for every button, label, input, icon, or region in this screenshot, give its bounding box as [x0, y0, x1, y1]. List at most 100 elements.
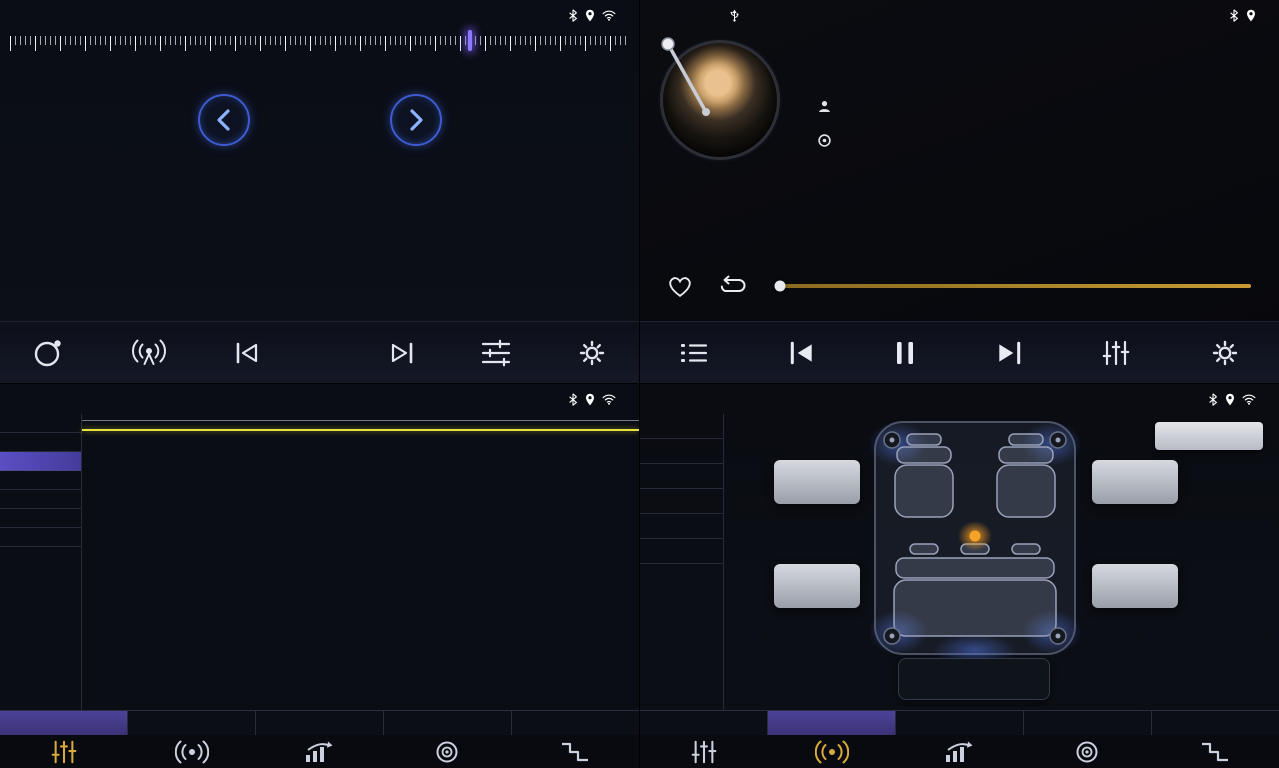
equalizer-icon[interactable] [1097, 335, 1135, 371]
bass-boost-icon[interactable] [256, 740, 384, 764]
eq-curve-line [82, 429, 639, 431]
eq-preset-default[interactable] [0, 414, 81, 433]
player-controls [662, 270, 1265, 302]
playlist-icon[interactable] [675, 337, 713, 369]
settings-gear-icon[interactable] [573, 334, 611, 372]
delay-front-right[interactable] [1092, 460, 1178, 504]
tab-surround[interactable] [768, 711, 896, 735]
audio-tab-labels [640, 710, 1279, 735]
nav-buttons [652, 8, 739, 22]
tune-down-button[interactable] [198, 94, 250, 146]
eq-preset-custom[interactable] [0, 433, 81, 452]
tab-balance[interactable] [1024, 711, 1152, 735]
mode-1[interactable] [640, 489, 723, 514]
wifi-icon [602, 10, 616, 21]
mode-full[interactable] [640, 414, 723, 439]
player-toolbar [640, 321, 1279, 383]
bluetooth-icon [1229, 9, 1239, 22]
tonearm-icon [654, 32, 724, 127]
bluetooth-icon [568, 9, 578, 22]
status-icons [568, 393, 627, 406]
seek-slider[interactable] [780, 284, 1251, 288]
status-bar [0, 0, 639, 30]
band-button[interactable] [320, 349, 328, 357]
next-icon[interactable] [385, 337, 419, 369]
usb-icon [730, 8, 739, 22]
eq-preset-rock[interactable] [0, 528, 81, 547]
cabin-seat-map[interactable] [870, 418, 1080, 658]
scan-icon[interactable] [28, 333, 68, 373]
tab-crossover[interactable] [512, 711, 639, 735]
equalizer-screen [0, 384, 640, 768]
delay-adjuster [898, 658, 1050, 700]
favorite-heart-icon[interactable] [662, 269, 698, 303]
broadcast-icon[interactable] [125, 334, 173, 372]
delay-rear-right[interactable] [1092, 564, 1178, 608]
location-icon [585, 393, 595, 406]
audio-tab-labels [0, 710, 639, 735]
radio-screen [0, 0, 640, 384]
eq-preset-jazz[interactable] [0, 471, 81, 490]
crossover-icon[interactable] [1151, 740, 1279, 764]
artist-icon [818, 100, 831, 113]
listening-mode-list [640, 414, 724, 710]
tone-sliders-icon[interactable] [476, 335, 516, 371]
status-bar [640, 384, 1279, 414]
repeat-icon[interactable] [712, 270, 752, 302]
mode-3[interactable] [640, 539, 723, 564]
wifi-icon [602, 394, 616, 405]
status-icons [568, 9, 627, 22]
bass-boost-icon[interactable] [896, 740, 1024, 764]
artist-row [818, 100, 840, 113]
balance-icon[interactable] [1023, 740, 1151, 764]
tab-eq[interactable] [640, 711, 768, 735]
eq-preset-list [0, 414, 82, 710]
frequency-display [0, 88, 639, 152]
audio-tab-icons [640, 735, 1279, 768]
location-icon [585, 9, 595, 22]
bluetooth-icon [568, 393, 578, 406]
pause-icon[interactable] [890, 336, 920, 370]
disc-icon [818, 134, 831, 147]
surround-icon[interactable] [128, 740, 256, 764]
equalizer-icon[interactable] [0, 739, 128, 765]
eq-preset-normal[interactable] [0, 452, 81, 471]
seek-knob[interactable] [775, 281, 786, 292]
previous-icon[interactable] [230, 337, 264, 369]
bluetooth-icon [1208, 393, 1218, 406]
tab-balance[interactable] [384, 711, 512, 735]
tab-bass-boost[interactable] [896, 711, 1024, 735]
equalizer-icon[interactable] [640, 739, 768, 765]
delay-rear-left[interactable] [774, 564, 860, 608]
track-row [818, 134, 840, 147]
tuner-needle[interactable] [468, 30, 472, 51]
surround-preset-button[interactable] [1155, 422, 1263, 450]
q-row [84, 678, 633, 695]
fc-row [84, 656, 633, 673]
audio-tabbar [640, 710, 1279, 768]
tab-bass-boost[interactable] [256, 711, 384, 735]
previous-track-icon[interactable] [784, 336, 820, 370]
mode-driver[interactable] [640, 439, 723, 464]
radio-toolbar [0, 321, 639, 383]
album-art [660, 40, 780, 160]
mode-passenger[interactable] [640, 464, 723, 489]
eq-preset-pop[interactable] [0, 490, 81, 509]
crossover-icon[interactable] [511, 740, 639, 764]
eq-curve-baseline [82, 420, 639, 421]
radio-sub-info [0, 162, 639, 182]
status-bar [640, 0, 1279, 30]
tab-surround[interactable] [128, 711, 256, 735]
tuner-scale[interactable] [10, 30, 629, 80]
settings-gear-icon[interactable] [1206, 334, 1244, 372]
mode-2[interactable] [640, 514, 723, 539]
surround-icon[interactable] [768, 740, 896, 764]
tab-eq[interactable] [0, 711, 128, 735]
tune-up-button[interactable] [390, 94, 442, 146]
delay-front-left[interactable] [774, 460, 860, 504]
listening-position-dot [970, 531, 981, 542]
balance-icon[interactable] [383, 740, 511, 764]
tab-crossover[interactable] [1152, 711, 1279, 735]
eq-preset-classic[interactable] [0, 509, 81, 528]
next-track-icon[interactable] [991, 336, 1027, 370]
